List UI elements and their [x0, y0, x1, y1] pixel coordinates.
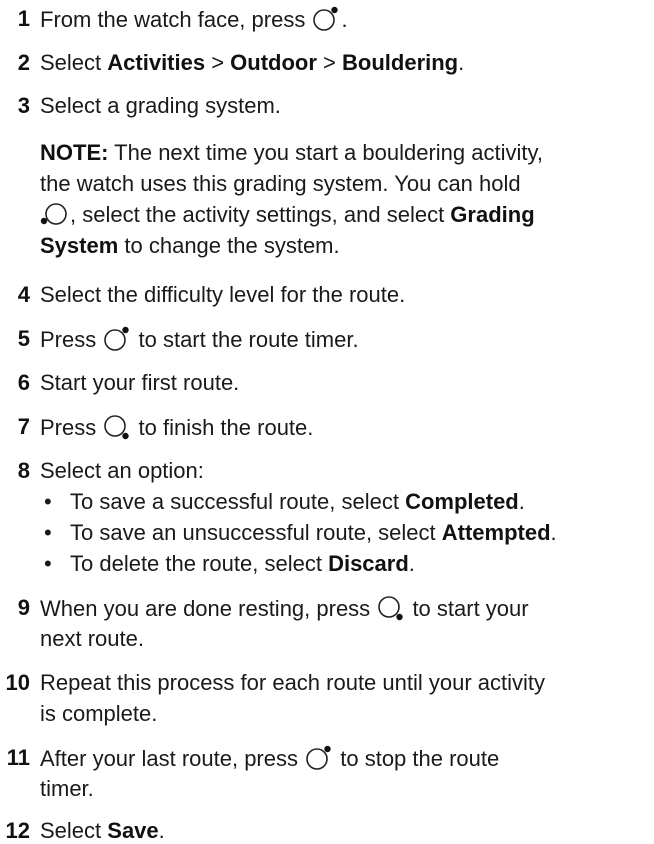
- menu-grading: Grading: [450, 202, 535, 227]
- step-text: After your last route, press: [40, 746, 298, 771]
- step-text-end: to finish the route.: [138, 415, 314, 440]
- step-text-end: .: [341, 7, 348, 32]
- watch-button-top-right-icon: [102, 326, 132, 352]
- note-line-3: , select the activity settings, and sele…: [40, 199, 543, 230]
- step-number: 4: [17, 282, 30, 307]
- step-text: Select an option:: [40, 458, 204, 483]
- menu-activities: Activities: [107, 50, 206, 75]
- step-text: Select a grading system.: [40, 93, 281, 118]
- menu-system: System: [40, 233, 119, 258]
- step-number: 1: [17, 6, 30, 31]
- step-text: Repeat this process for each route until…: [40, 670, 546, 695]
- step-text: When you are done resting, press: [40, 596, 371, 621]
- watch-button-bottom-right-icon: [102, 414, 132, 440]
- step-number: 3: [17, 93, 30, 118]
- step-text: Select: [40, 818, 108, 843]
- menu-save: Save: [107, 818, 159, 843]
- note-line-2: the watch uses this grading system. You …: [40, 171, 521, 196]
- menu-attempted: Attempted: [441, 520, 551, 545]
- step-number: 5: [17, 326, 30, 351]
- note-line-4: System to change the system.: [40, 233, 340, 258]
- watch-button-top-right-icon: [311, 6, 341, 32]
- separator: >: [205, 50, 231, 75]
- menu-discard: Discard: [328, 551, 409, 576]
- note-label: NOTE:: [40, 140, 109, 165]
- bullet-icon: •: [44, 520, 52, 545]
- step-number: 2: [17, 50, 30, 75]
- bullet-icon: •: [44, 489, 52, 514]
- note-line-1: NOTE: The next time you start a boulderi…: [40, 140, 543, 165]
- step-text-end: to start the route timer.: [138, 327, 359, 352]
- step-number: 10: [5, 670, 30, 695]
- step-text-end: to start your: [412, 596, 529, 621]
- step-text-end: to stop the route: [340, 746, 500, 771]
- step-number: 12: [5, 818, 30, 843]
- step-number: 6: [17, 370, 30, 395]
- note-block: NOTE: The next time you start a boulderi…: [40, 137, 543, 261]
- watch-button-left-icon: [40, 201, 70, 227]
- step-text: Press: [40, 327, 97, 352]
- step-number: 9: [17, 595, 30, 620]
- menu-outdoor: Outdoor: [230, 50, 317, 75]
- step-number: 7: [17, 414, 30, 439]
- watch-button-top-right-icon: [304, 745, 334, 771]
- bullet-icon: •: [44, 551, 52, 576]
- step-text: From the watch face, press: [40, 7, 306, 32]
- step-number: 11: [6, 745, 30, 770]
- step-text: Start your first route.: [40, 370, 240, 395]
- menu-bouldering: Bouldering: [342, 50, 459, 75]
- step-text: Select the difficulty level for the rout…: [40, 282, 406, 307]
- step-text: Select: [40, 50, 108, 75]
- separator: >: [316, 50, 343, 75]
- watch-button-bottom-right-icon: [376, 595, 406, 621]
- period: .: [458, 50, 465, 75]
- menu-completed: Completed: [405, 489, 519, 514]
- step-text: Press: [40, 415, 97, 440]
- step-number: 8: [17, 458, 30, 483]
